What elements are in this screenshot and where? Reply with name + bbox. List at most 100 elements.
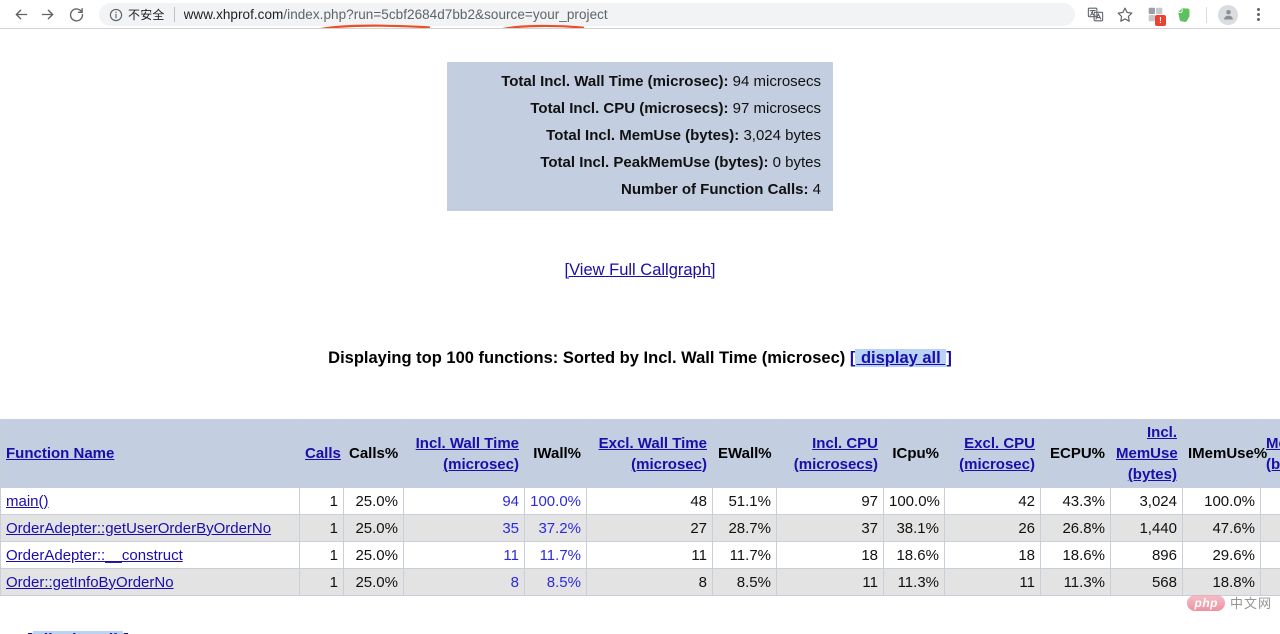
browser-toolbar: 不安全 www.xhprof.com/index.php?run=5cbf268…	[0, 0, 1280, 31]
extension-icon[interactable]: !	[1141, 2, 1169, 28]
column-header-link[interactable]: Incl. Wall Time (microsec)	[416, 435, 519, 473]
cell-icpu-pct: 18.6%	[883, 541, 945, 569]
header-line1: Excl. Wall Time	[598, 434, 707, 452]
cell-function-name[interactable]: OrderAdepter::getUserOrderByOrderNo	[0, 514, 300, 542]
column-header-calls[interactable]: Calls	[299, 419, 344, 488]
cell-calls-pct: 25.0%	[343, 514, 404, 542]
column-header-link[interactable]: Function Name	[6, 445, 114, 462]
cell-incl-mem: 568	[1110, 568, 1183, 596]
column-header-link[interactable]: Excl. CPU (microsec)	[959, 435, 1035, 473]
column-header-label: IWall%	[533, 445, 581, 462]
url-path: /index.php?run=5cbf2684d7bb2&source=your…	[283, 7, 608, 22]
translate-icon[interactable]	[1081, 2, 1109, 28]
function-name-link[interactable]: OrderAdepter::__construct	[6, 547, 183, 564]
function-name-link[interactable]: Order::getInfoByOrderNo	[6, 574, 174, 591]
cell-excl-cpu: 26	[944, 514, 1041, 542]
toolbar-divider	[1206, 6, 1207, 23]
cell-excl-wall: 11	[586, 541, 713, 569]
column-header-link[interactable]: Calls	[305, 445, 341, 462]
column-header-link[interactable]: Excl. Wall Time (microsec)	[599, 435, 707, 473]
info-circle-icon[interactable]	[109, 8, 123, 22]
cell-ewall-pct: 11.7%	[712, 541, 777, 569]
cell-icpu-pct: 100.0%	[883, 487, 945, 515]
function-name-link[interactable]: OrderAdepter::getUserOrderByOrderNo	[6, 520, 271, 537]
view-full-callgraph-link[interactable]: [View Full Callgraph]	[564, 261, 715, 279]
column-header-incl-cpu[interactable]: Incl. CPU (microsecs)	[776, 419, 884, 488]
omnibox-divider	[173, 7, 175, 22]
page-title: Displaying top 100 functions: Sorted by …	[0, 349, 1280, 368]
cell-excl-cpu: 18	[944, 541, 1041, 569]
back-button[interactable]	[8, 2, 34, 28]
cell-function-name[interactable]: main()	[0, 487, 300, 515]
column-header-incl-wall-time[interactable]: Incl. Wall Time (microsec)	[403, 419, 525, 488]
cell-excl-wall: 27	[586, 514, 713, 542]
cell-iwall-pct: 100.0%	[524, 487, 587, 515]
bracket-close: ]	[946, 349, 952, 367]
cell-ewall-pct: 8.5%	[712, 568, 777, 596]
column-header-link[interactable]: Incl. MemUse (bytes)	[1116, 424, 1178, 483]
table-row: OrderAdepter::getUserOrderByOrderNo 1 25…	[0, 514, 1280, 542]
summary-value: 97 microsecs	[732, 100, 821, 117]
column-header-incl-memuse[interactable]: Incl. MemUse (bytes)	[1110, 419, 1183, 488]
column-header-excl-cpu[interactable]: Excl. CPU (microsec)	[944, 419, 1041, 488]
column-header-label: ICpu%	[892, 445, 939, 462]
summary-value: 3,024 bytes	[743, 127, 821, 144]
cell-incl-cpu: 11	[776, 568, 884, 596]
cell-calls: 1	[299, 514, 344, 542]
cell-incl-cpu: 97	[776, 487, 884, 515]
display-heading-text: Displaying top 100 functions: Sorted by …	[328, 349, 846, 367]
forward-button[interactable]	[34, 2, 60, 28]
cell-function-name[interactable]: OrderAdepter::__construct	[0, 541, 300, 569]
cell-icpu-pct: 38.1%	[883, 514, 945, 542]
bookmark-star-icon[interactable]	[1111, 2, 1139, 28]
extension-badge: !	[1155, 14, 1166, 26]
cell-calls-pct: 25.0%	[343, 541, 404, 569]
summary-value: 0 bytes	[772, 154, 821, 171]
summary-row: Total Incl. MemUse (bytes): 3,024 bytes	[459, 122, 821, 149]
header-line2: (microsec)	[443, 455, 519, 473]
column-header-link[interactable]: Incl. CPU (microsecs)	[794, 435, 878, 473]
menu-dots-icon[interactable]	[1244, 2, 1272, 28]
php-logo: php	[1187, 594, 1225, 611]
cell-incl-wall: 11	[403, 541, 525, 569]
column-header-calls-pct: Calls%	[343, 419, 404, 488]
cell-calls: 1	[299, 568, 344, 596]
cell-calls-pct: 25.0%	[343, 568, 404, 596]
functions-table-container: Function Name Calls Calls% Incl. Wall Ti…	[0, 419, 1280, 596]
address-bar[interactable]: 不安全 www.xhprof.com/index.php?run=5cbf268…	[99, 3, 1075, 31]
column-header-function-name[interactable]: Function Name	[0, 419, 300, 488]
summary-label: Total Incl. CPU (microsecs):	[530, 100, 729, 117]
cell-excl-cpu: 42	[944, 487, 1041, 515]
header-line1: Incl. Wall Time	[415, 434, 519, 452]
profile-summary-box: Total Incl. Wall Time (microsec): 94 mic…	[447, 62, 833, 211]
evernote-icon[interactable]	[1171, 2, 1199, 28]
header-line1: Incl. CPU	[812, 434, 878, 452]
cell-incl-cpu: 37	[776, 514, 884, 542]
reload-button[interactable]	[63, 2, 89, 28]
functions-table: Function Name Calls Calls% Incl. Wall Ti…	[0, 419, 1280, 596]
cell-calls-pct: 25.0%	[343, 487, 404, 515]
cell-function-name[interactable]: Order::getInfoByOrderNo	[0, 568, 300, 596]
column-header-iwall-pct: IWall%	[524, 419, 587, 488]
cell-imem-pct: 29.6%	[1182, 541, 1261, 569]
column-header-label: ECPU%	[1049, 445, 1105, 462]
watermark: php 中文网	[1187, 593, 1272, 612]
url-text: www.xhprof.com/index.php?run=5cbf2684d7b…	[184, 7, 608, 22]
avatar[interactable]	[1214, 2, 1242, 28]
display-all-link-top[interactable]: display all	[855, 349, 947, 367]
summary-label: Total Incl. MemUse (bytes):	[546, 127, 740, 144]
cell-imem-pct: 47.6%	[1182, 514, 1261, 542]
function-name-link[interactable]: main()	[6, 493, 49, 510]
callgraph-link-container: [View Full Callgraph]	[0, 261, 1280, 280]
summary-row: Total Incl. CPU (microsecs): 97 microsec…	[459, 95, 821, 122]
summary-value: 4	[812, 181, 821, 198]
column-header-imemuse-pct: IMemUse%	[1182, 419, 1267, 488]
column-header-link[interactable]: MemUse (bytes)	[1266, 435, 1280, 473]
header-line2: (bytes)	[1266, 455, 1280, 473]
cell-ecpu-pct: 43.3%	[1040, 487, 1111, 515]
cell-excl-mem	[1260, 514, 1280, 542]
column-header-icpu-pct: ICpu%	[883, 419, 945, 488]
column-header-excl-wall-time[interactable]: Excl. Wall Time (microsec)	[586, 419, 713, 488]
header-line2: (microsecs)	[793, 455, 878, 473]
watermark-text: 中文网	[1229, 596, 1272, 611]
